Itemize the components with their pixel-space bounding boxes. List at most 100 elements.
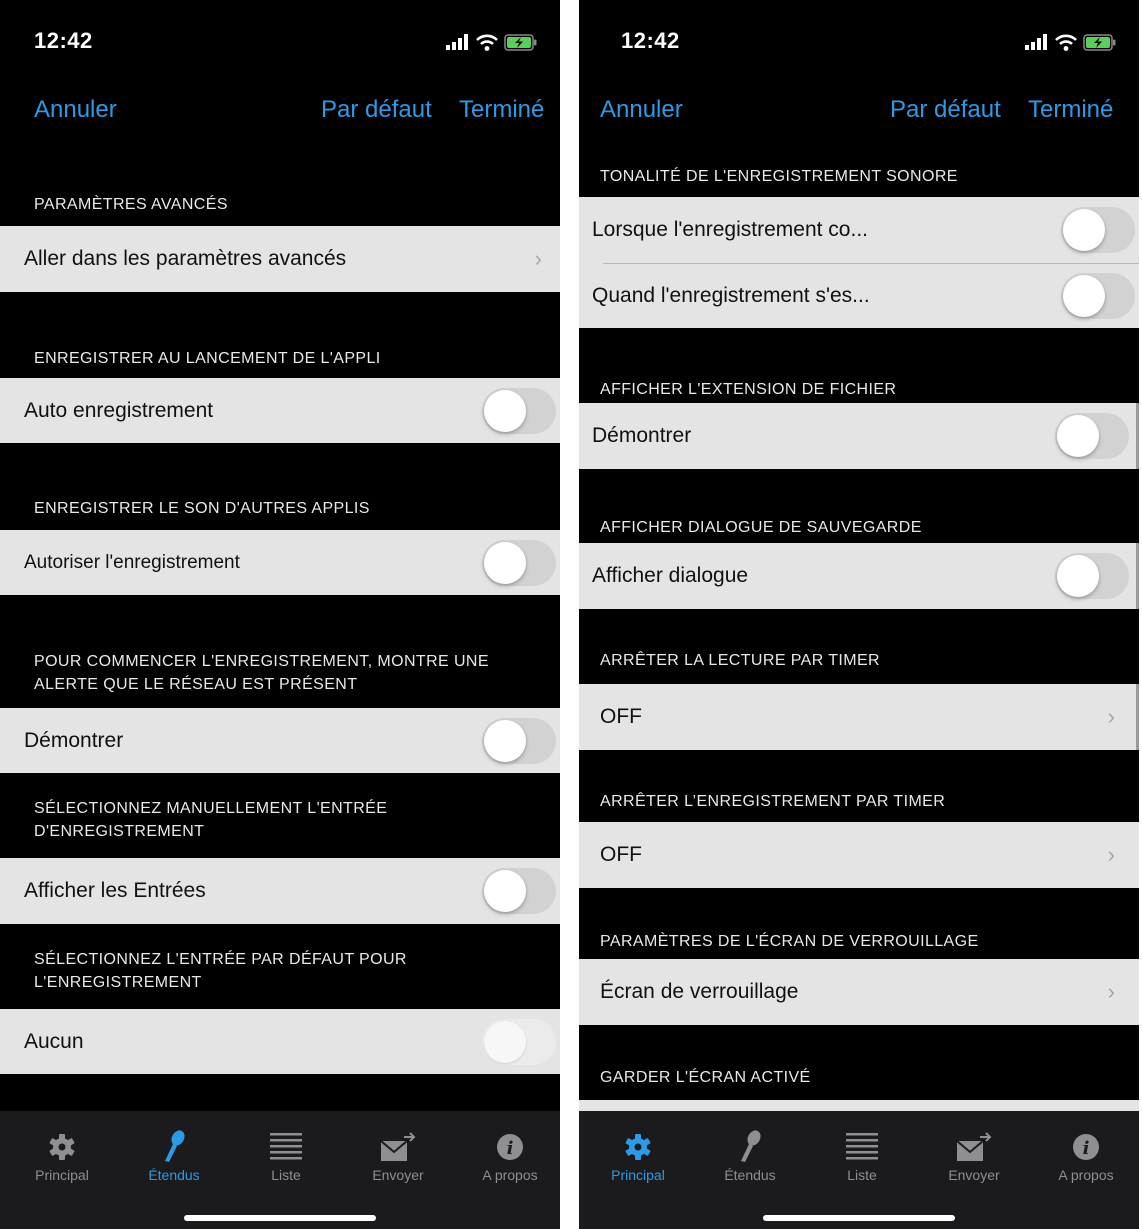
toggle-knob bbox=[1057, 555, 1099, 597]
tab-principal[interactable]: Principal bbox=[582, 1111, 694, 1201]
right-phone-screen: 12:42 Annuler Par défaut Terminé TONALIT… bbox=[579, 0, 1139, 1229]
section-header-save-dialog: AFFICHER DIALOGUE DE SAUVEGARDE bbox=[600, 519, 922, 536]
network-alert-toggle[interactable] bbox=[482, 717, 556, 764]
tab-label: A propos bbox=[482, 1167, 538, 1183]
row-keep-screen-on bbox=[579, 1100, 1139, 1111]
tab-envoyer[interactable]: Envoyer bbox=[342, 1111, 454, 1201]
cellular-signal-icon bbox=[446, 34, 468, 50]
section-header-default-input: SÉLECTIONNEZ L'ENTRÉE PAR DÉFAUT POUR L'… bbox=[34, 951, 407, 991]
tab-label: Envoyer bbox=[948, 1167, 1000, 1183]
home-indicator[interactable] bbox=[184, 1215, 376, 1221]
chevron-right-icon: › bbox=[1107, 842, 1115, 867]
section-header-network-alert: POUR COMMENCER L'ENREGISTREMENT, MONTRE … bbox=[34, 653, 489, 693]
show-dialog-toggle[interactable] bbox=[1055, 553, 1129, 599]
toggle-knob bbox=[1057, 415, 1099, 457]
navigation-bar: Annuler Par défaut Terminé bbox=[0, 96, 560, 136]
battery-charging-icon bbox=[504, 33, 537, 51]
gear-icon bbox=[625, 1134, 651, 1160]
toggle-knob bbox=[484, 389, 526, 432]
list-icon bbox=[846, 1133, 878, 1160]
tab-a-propos[interactable]: i A propos bbox=[1030, 1111, 1139, 1201]
tab-principal[interactable]: Principal bbox=[6, 1111, 118, 1201]
tab-a-propos[interactable]: i A propos bbox=[454, 1111, 560, 1201]
send-mail-icon bbox=[380, 1132, 416, 1161]
tab-bar: Principal Étendus Liste Envoyer i A prop… bbox=[0, 1111, 560, 1229]
scroll-indicator bbox=[1136, 403, 1139, 469]
row-allow-recording: Autoriser l'enregistrement bbox=[0, 530, 560, 595]
chevron-right-icon: › bbox=[534, 246, 542, 271]
tab-label: A propos bbox=[1058, 1167, 1114, 1183]
tab-label: Principal bbox=[35, 1167, 89, 1183]
scroll-indicator bbox=[1136, 684, 1139, 750]
row-default-input: Aucun bbox=[0, 1009, 560, 1074]
row-label: Aller dans les paramètres avancés bbox=[24, 247, 347, 270]
tab-etendus[interactable]: Étendus bbox=[118, 1111, 230, 1201]
svg-text:i: i bbox=[1083, 1138, 1090, 1159]
microphone-icon bbox=[165, 1130, 185, 1162]
default-input-toggle[interactable] bbox=[482, 1018, 556, 1065]
cancel-button[interactable]: Annuler bbox=[600, 96, 683, 124]
section-header-tone: TONALITÉ DE L'ENREGISTREMENT SONORE bbox=[600, 168, 958, 185]
row-group-tone: Lorsque l'enregistrement co... Quand l'e… bbox=[579, 197, 1139, 328]
auto-record-toggle[interactable] bbox=[482, 387, 556, 434]
tab-envoyer[interactable]: Envoyer bbox=[918, 1111, 1030, 1201]
row-label: Démontrer bbox=[592, 424, 692, 447]
toggle-knob bbox=[484, 719, 526, 762]
row-record-timer[interactable]: OFF › bbox=[579, 822, 1139, 888]
done-button[interactable]: Terminé bbox=[1028, 96, 1113, 124]
tone-stop-toggle[interactable] bbox=[1061, 273, 1135, 319]
show-extension-toggle[interactable] bbox=[1055, 413, 1129, 459]
default-button[interactable]: Par défaut bbox=[321, 96, 432, 124]
row-tone-stop: Quand l'enregistrement s'es... bbox=[579, 264, 1139, 328]
row-auto-record: Auto enregistrement bbox=[0, 378, 560, 443]
row-show-network-alert: Démontrer bbox=[0, 708, 560, 773]
section-header-lock-screen: PARAMÈTRES DE L'ÉCRAN DE VERROUILLAGE bbox=[600, 933, 979, 950]
section-header-record-timer: ARRÊTER L’ENREGISTREMENT PAR TIMER bbox=[600, 793, 946, 810]
tone-start-toggle[interactable] bbox=[1061, 207, 1135, 253]
done-button[interactable]: Terminé bbox=[459, 96, 544, 124]
left-phone-screen: 12:42 Annuler Par défaut Terminé PARAMÈT… bbox=[0, 0, 560, 1229]
section-header-playback-timer: ARRÊTER LA LECTURE PAR TIMER bbox=[600, 652, 880, 669]
row-label: Écran de verrouillage bbox=[600, 980, 799, 1003]
row-label: Lorsque l'enregistrement co... bbox=[592, 218, 868, 241]
send-mail-icon bbox=[956, 1132, 992, 1161]
section-header-launch-record: ENREGISTRER AU LANCEMENT DE L'APPLI bbox=[34, 350, 381, 367]
svg-text:i: i bbox=[507, 1138, 514, 1159]
chevron-right-icon: › bbox=[1107, 704, 1115, 729]
section-header-advanced: PARAMÈTRES AVANCÉS bbox=[34, 196, 228, 213]
cancel-button[interactable]: Annuler bbox=[34, 96, 117, 124]
status-bar: 12:42 bbox=[579, 0, 1139, 90]
home-indicator[interactable] bbox=[763, 1215, 955, 1221]
allow-recording-toggle[interactable] bbox=[482, 539, 556, 586]
scroll-indicator bbox=[1136, 543, 1139, 609]
tab-label: Principal bbox=[611, 1167, 665, 1183]
info-icon: i bbox=[1073, 1134, 1099, 1160]
tab-liste[interactable]: Liste bbox=[230, 1111, 342, 1201]
default-button[interactable]: Par défaut bbox=[890, 96, 1001, 124]
section-header-file-extension: AFFICHER L'EXTENSION DE FICHIER bbox=[600, 381, 897, 398]
cellular-signal-icon bbox=[1025, 34, 1047, 50]
row-label: Auto enregistrement bbox=[24, 398, 214, 422]
status-time: 12:42 bbox=[34, 28, 93, 53]
info-icon: i bbox=[497, 1134, 523, 1160]
row-playback-timer[interactable]: OFF › bbox=[579, 684, 1139, 750]
tab-bar: Principal Étendus Liste Envoyer i A prop… bbox=[579, 1111, 1139, 1229]
toggle-knob bbox=[484, 870, 526, 912]
status-bar: 12:42 bbox=[0, 0, 560, 90]
tab-etendus[interactable]: Étendus bbox=[694, 1111, 806, 1201]
chevron-right-icon: › bbox=[1107, 979, 1115, 1004]
tab-liste[interactable]: Liste bbox=[806, 1111, 918, 1201]
wifi-icon bbox=[476, 34, 498, 51]
row-advanced-settings[interactable]: Aller dans les paramètres avancés › bbox=[0, 226, 560, 292]
row-lock-screen[interactable]: Écran de verrouillage › bbox=[579, 959, 1139, 1025]
navigation-bar: Annuler Par défaut Terminé bbox=[579, 96, 1139, 136]
battery-charging-icon bbox=[1083, 33, 1116, 51]
toggle-knob bbox=[1063, 209, 1105, 251]
row-label: Autoriser l'enregistrement bbox=[24, 551, 240, 573]
show-inputs-toggle[interactable] bbox=[482, 868, 556, 914]
section-header-keep-screen-on: GARDER L'ÉCRAN ACTIVÉ bbox=[600, 1069, 811, 1086]
section-header-manual-input: SÉLECTIONNEZ MANUELLEMENT L'ENTRÉE D'ENR… bbox=[34, 800, 388, 840]
row-label: Quand l'enregistrement s'es... bbox=[592, 284, 870, 307]
tab-label: Liste bbox=[271, 1167, 301, 1183]
row-label: Aucun bbox=[24, 1029, 84, 1053]
